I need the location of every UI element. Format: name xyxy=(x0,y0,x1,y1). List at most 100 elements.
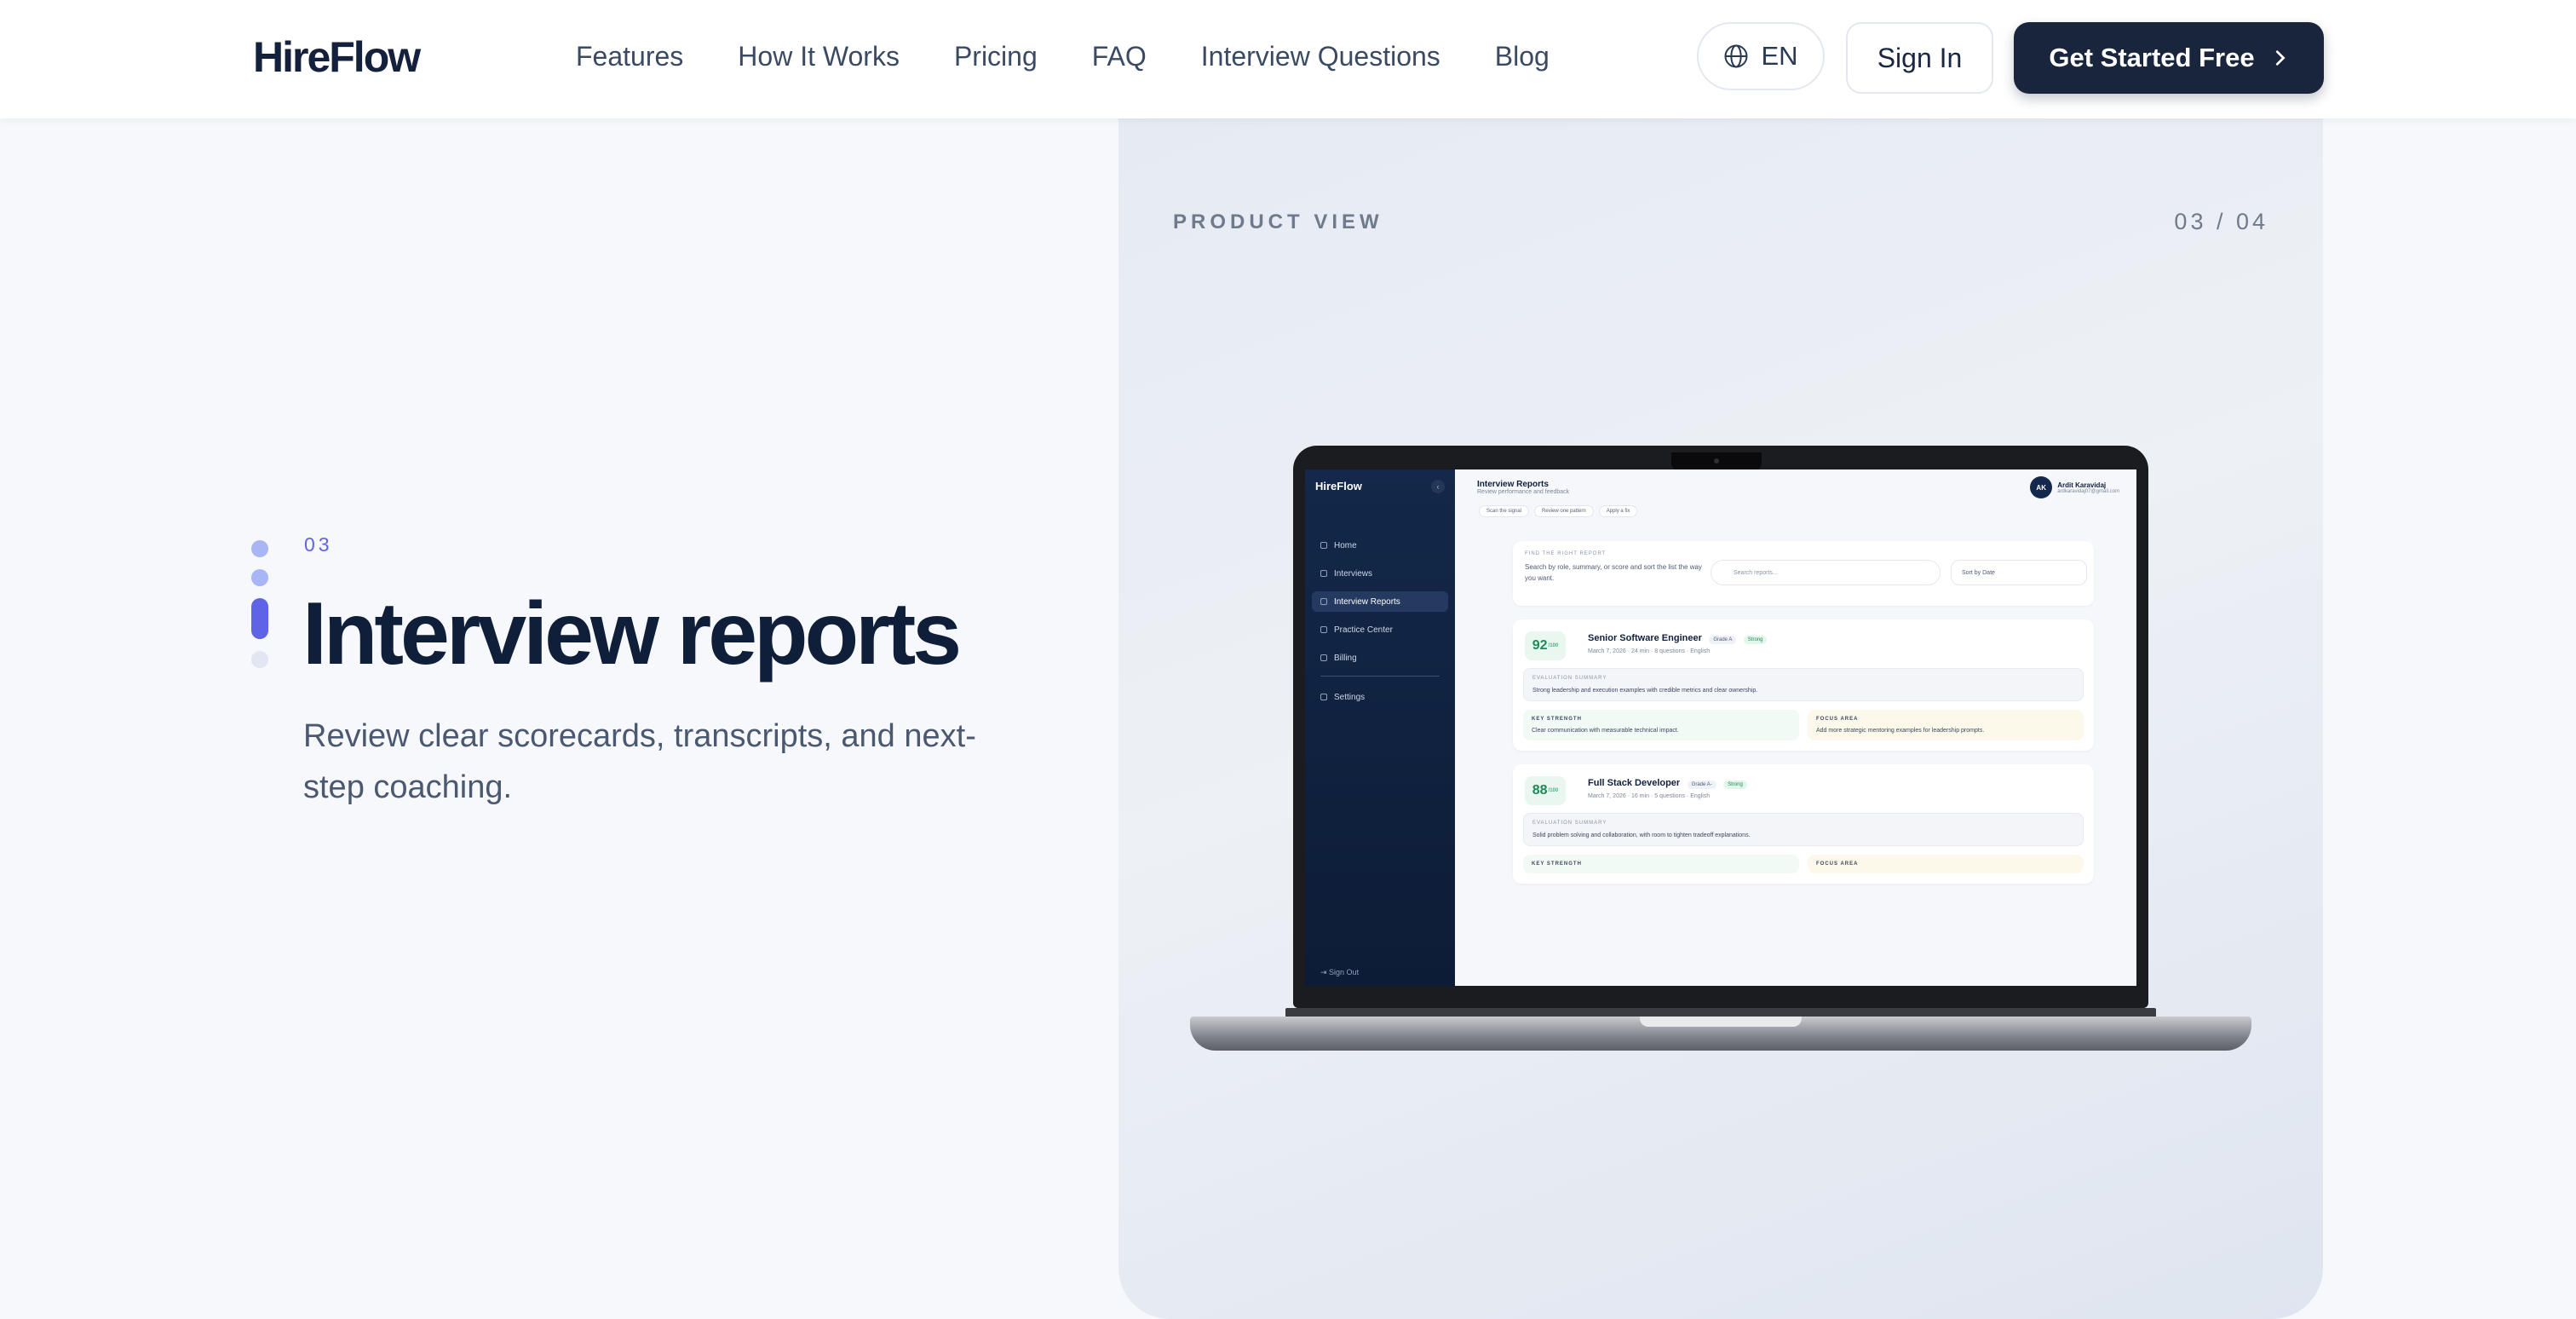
summary-label: EVALUATION SUMMARY xyxy=(1532,821,1607,826)
nav-link-how-it-works[interactable]: How It Works xyxy=(738,41,900,72)
product-view-panel: PRODUCT VIEW 03 / 04 HireFlow ‹ Home Int… xyxy=(1118,118,2323,1319)
sign-out-label: Sign Out xyxy=(1329,968,1360,976)
user-name: Ardit Karavidaj xyxy=(2057,481,2107,489)
guide-chips: Scan the signal Review one pattern Apply… xyxy=(1479,505,2126,517)
score-max: /100 xyxy=(1548,788,1559,793)
sidebar-item-settings[interactable]: Settings xyxy=(1312,687,1448,707)
nav-link-blog[interactable]: Blog xyxy=(1495,41,1550,72)
evaluation-summary: EVALUATION SUMMARY Solid problem solving… xyxy=(1523,813,2084,846)
report-role: Full Stack Developer xyxy=(1588,778,1681,788)
focus-area: FOCUS AREA xyxy=(1808,855,2084,873)
brand-logo[interactable]: HireFlow xyxy=(253,32,421,82)
step-dot-2[interactable] xyxy=(251,569,268,586)
user-email: ardkaravidaj07@gmail.com xyxy=(2057,488,2119,494)
sign-out-link[interactable]: ⇥ Sign Out xyxy=(1320,968,1359,977)
step-number: 03 xyxy=(304,533,333,556)
sidebar-divider xyxy=(1320,676,1440,677)
language-label: EN xyxy=(1761,41,1798,71)
nav-link-pricing[interactable]: Pricing xyxy=(954,41,1038,72)
score-value: 88 xyxy=(1532,783,1548,798)
report-filter-card: FIND THE RIGHT REPORT Search by role, su… xyxy=(1513,541,2094,606)
home-icon xyxy=(1320,542,1327,549)
nav-link-faq[interactable]: FAQ xyxy=(1092,41,1147,72)
score-badge: 88/100 xyxy=(1525,776,1566,805)
focus-label: FOCUS AREA xyxy=(1816,717,1859,722)
step-indicator xyxy=(251,540,268,680)
score-max: /100 xyxy=(1548,643,1559,648)
report-meta: March 7, 2026 · 16 min · 5 questions · E… xyxy=(1588,793,1711,799)
chip-apply[interactable]: Apply a fix xyxy=(1598,505,1638,517)
sign-in-button[interactable]: Sign In xyxy=(1846,22,1993,94)
step-dot-3-active[interactable] xyxy=(251,598,268,639)
get-started-button[interactable]: Get Started Free xyxy=(2014,22,2324,94)
panel-label: PRODUCT VIEW xyxy=(1173,210,1383,233)
app-header: Interview Reports Review performance and… xyxy=(1465,469,2126,500)
chevron-right-icon xyxy=(2275,50,2286,66)
hero-subtitle: Review clear scorecards, transcripts, an… xyxy=(303,718,976,805)
app-page-title: Interview Reports xyxy=(1477,480,1549,489)
strength-label: KEY STRENGTH xyxy=(1532,861,1582,867)
laptop-base xyxy=(1190,1017,2251,1051)
search-input[interactable]: Search reports... xyxy=(1711,560,1941,585)
app-page-subtitle: Review performance and feedback xyxy=(1477,489,1570,495)
sidebar-item-home[interactable]: Home xyxy=(1312,535,1448,556)
summary-text: Strong leadership and execution examples… xyxy=(1532,688,1758,694)
nav-link-features[interactable]: Features xyxy=(576,41,683,72)
sidebar-item-billing[interactable]: Billing xyxy=(1312,648,1448,668)
hero-title: Interview reports xyxy=(302,585,962,683)
nav-link-interview-questions[interactable]: Interview Questions xyxy=(1201,41,1440,72)
report-role: Senior Software Engineer xyxy=(1588,633,1702,643)
user-menu[interactable]: AK Ardit Karavidaj ardkaravidaj07@gmail.… xyxy=(2030,476,2119,498)
sidebar-item-label: Settings xyxy=(1334,692,1366,702)
filter-description: Search by role, summary, or score and so… xyxy=(1525,563,1702,582)
sidebar-item-interviews[interactable]: Interviews xyxy=(1312,563,1448,584)
sidebar-item-label: Billing xyxy=(1334,653,1357,663)
strength-text: Clear communication with measurable tech… xyxy=(1532,728,1679,734)
laptop-screen: HireFlow ‹ Home Interviews Interview Rep… xyxy=(1305,469,2136,986)
sidebar-item-label: Interviews xyxy=(1334,568,1373,579)
laptop-mockup: HireFlow ‹ Home Interviews Interview Rep… xyxy=(1293,446,2148,1008)
grade-badge: Grade A xyxy=(1709,636,1737,644)
key-strength: KEY STRENGTH xyxy=(1523,855,1799,873)
nav-links: Features How It Works Pricing FAQ Interv… xyxy=(576,41,1604,72)
sort-select[interactable]: Sort by Date xyxy=(1951,560,2087,585)
get-started-label: Get Started Free xyxy=(2049,43,2255,72)
score-badge: 92/100 xyxy=(1525,631,1566,660)
globe-icon xyxy=(1724,44,1748,68)
language-selector[interactable]: EN xyxy=(1697,22,1825,90)
focus-text: Add more strategic mentoring examples fo… xyxy=(1816,728,1985,734)
collapse-sidebar-icon[interactable]: ‹ xyxy=(1431,480,1445,493)
sidebar-item-label: Interview Reports xyxy=(1334,596,1400,607)
step-dot-1[interactable] xyxy=(251,540,268,557)
app-sidebar: HireFlow ‹ Home Interviews Interview Rep… xyxy=(1305,469,1455,986)
grade-badge: Grade A- xyxy=(1687,780,1716,789)
sidebar-item-practice-center[interactable]: Practice Center xyxy=(1312,619,1448,640)
app-brand: HireFlow xyxy=(1315,480,1362,492)
gear-icon xyxy=(1320,694,1327,700)
report-meta: March 7, 2026 · 24 min · 8 questions · E… xyxy=(1588,648,1711,654)
filter-label: FIND THE RIGHT REPORT xyxy=(1525,551,1607,556)
card-icon xyxy=(1320,654,1327,661)
chip-scan[interactable]: Scan the signal xyxy=(1479,505,1530,517)
evaluation-summary: EVALUATION SUMMARY Strong leadership and… xyxy=(1523,668,2084,701)
key-strength: KEY STRENGTH Clear communication with me… xyxy=(1523,710,1799,740)
app-main: Interview Reports Review performance and… xyxy=(1455,469,2136,986)
score-value: 92 xyxy=(1532,638,1548,653)
sidebar-item-interview-reports[interactable]: Interview Reports xyxy=(1312,591,1448,612)
panel-counter: 03 / 04 xyxy=(2174,209,2268,234)
camera-notch xyxy=(1671,452,1762,471)
sidebar-item-label: Practice Center xyxy=(1334,625,1393,635)
chip-review[interactable]: Review one pattern xyxy=(1534,505,1594,517)
report-card[interactable]: 88/100 Full Stack Developer Grade A- Str… xyxy=(1513,764,2094,884)
top-nav: HireFlow Features How It Works Pricing F… xyxy=(0,0,2576,118)
status-badge: Strong xyxy=(1723,780,1747,789)
focus-area: FOCUS AREA Add more strategic mentoring … xyxy=(1808,710,2084,740)
focus-label: FOCUS AREA xyxy=(1816,861,1859,867)
sidebar-item-label: Home xyxy=(1334,540,1357,550)
chart-icon xyxy=(1320,598,1327,605)
summary-label: EVALUATION SUMMARY xyxy=(1532,676,1607,681)
target-icon xyxy=(1320,626,1327,633)
report-card[interactable]: 92/100 Senior Software Engineer Grade A … xyxy=(1513,619,2094,751)
status-badge: Strong xyxy=(1743,636,1768,644)
step-dot-4[interactable] xyxy=(251,651,268,668)
